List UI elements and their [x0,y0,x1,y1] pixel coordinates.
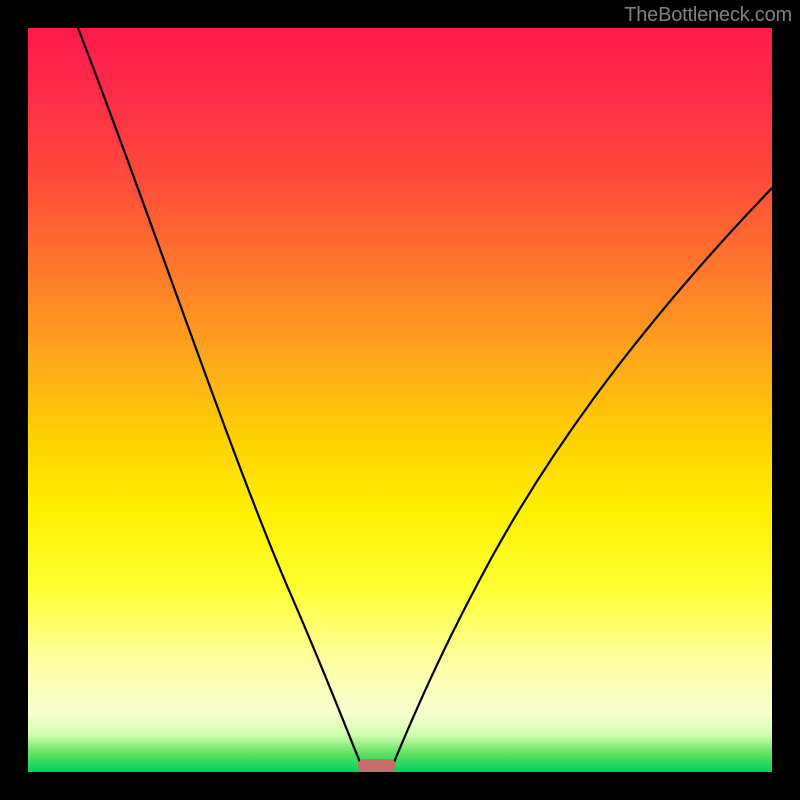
watermark-text: TheBottleneck.com [624,4,792,27]
curve-layer [28,28,772,772]
plot-area [28,28,772,772]
bottom-marker [358,759,396,772]
left-curve [78,28,364,772]
right-curve [390,188,772,772]
chart-frame: TheBottleneck.com [0,0,800,800]
